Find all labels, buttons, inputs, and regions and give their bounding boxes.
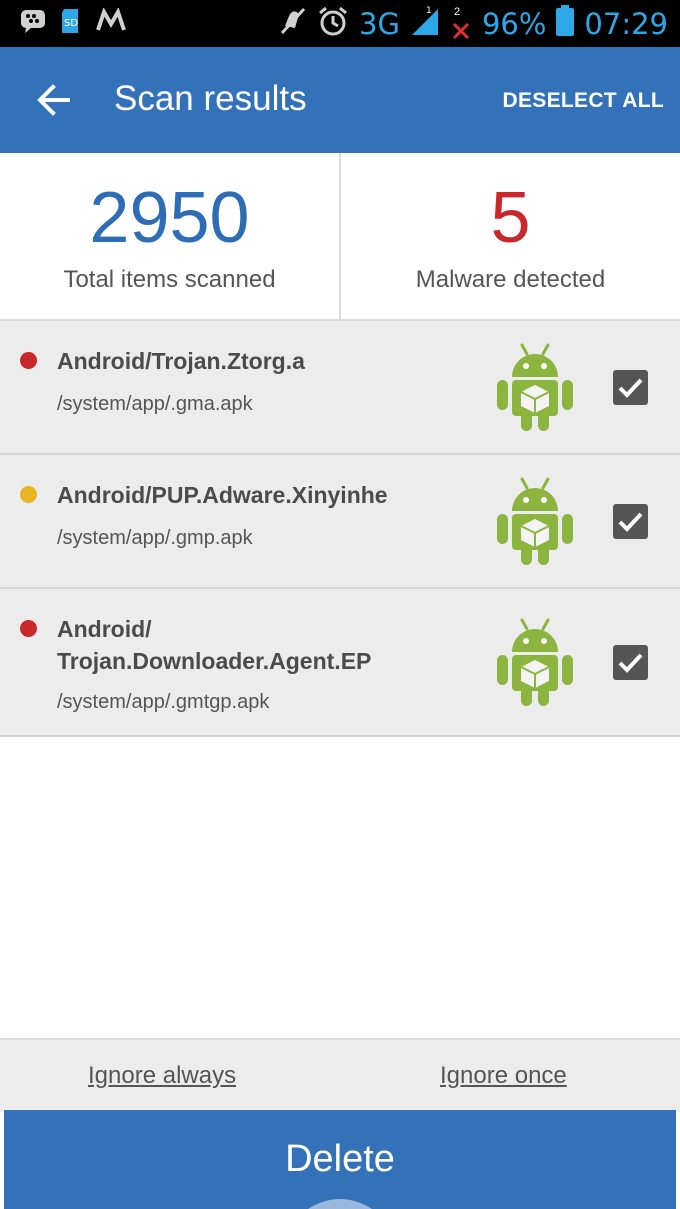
threat-name: Android/PUP.Adware.Xinyinhe <box>57 482 388 508</box>
malware-detected-label: Malware detected <box>415 266 606 293</box>
scan-stats: 2950 Total items scanned 5 Malware detec… <box>0 153 680 321</box>
threat-checkbox[interactable] <box>613 504 648 539</box>
arrow-back-icon <box>37 84 70 116</box>
threat-checkbox[interactable] <box>613 370 648 405</box>
threat-path: /system/app/.gmp.apk <box>57 527 253 549</box>
severity-dot <box>20 620 37 637</box>
checkmark-icon <box>618 512 643 532</box>
page-title: Scan results <box>114 79 307 118</box>
checkmark-icon <box>618 378 643 398</box>
status-bar: SD 3G 1 2 96% 07:29 <box>0 0 680 47</box>
checkmark-icon <box>618 653 643 673</box>
ignore-options: Ignore always Ignore once <box>0 1038 680 1112</box>
android-app-icon <box>494 341 576 433</box>
ignore-once-link[interactable]: Ignore once <box>440 1062 567 1090</box>
clock: 07:29 <box>584 6 668 41</box>
app-bar: Scan results DESELECT ALL <box>0 47 680 153</box>
android-app-icon <box>494 475 576 567</box>
threat-path: /system/app/.gma.apk <box>57 393 253 415</box>
total-scanned-value: 2950 <box>89 178 250 258</box>
svg-text:SD: SD <box>64 18 78 29</box>
total-scanned-label: Total items scanned <box>63 266 276 293</box>
chevron-up-icon <box>308 1199 372 1209</box>
battery-level: 96% <box>481 6 547 41</box>
malware-detected-value: 5 <box>490 178 531 258</box>
results-list: Android/Trojan.Ztorg.a /system/app/.gma.… <box>0 321 680 737</box>
result-row[interactable]: Android/Trojan.Ztorg.a /system/app/.gma.… <box>0 321 680 455</box>
result-row[interactable]: Android/ Trojan.Downloader.Agent.EP /sys… <box>0 589 680 737</box>
deselect-all-button[interactable]: DESELECT ALL <box>503 89 665 113</box>
mute-icon <box>279 6 307 41</box>
signal-strength-icon: 1 <box>410 5 440 42</box>
bbm-icon <box>20 8 46 39</box>
result-row[interactable]: Android/PUP.Adware.Xinyinhe /system/app/… <box>0 455 680 589</box>
signal-app-icon <box>96 7 126 39</box>
alarm-icon <box>317 5 349 42</box>
android-app-icon <box>494 616 576 708</box>
no-signal-icon: 2 <box>450 6 472 40</box>
svg-text:1: 1 <box>426 6 432 16</box>
ignore-always-link[interactable]: Ignore always <box>88 1062 236 1090</box>
severity-dot <box>20 486 37 503</box>
threat-name: Android/ Trojan.Downloader.Agent.EP <box>57 616 372 674</box>
malware-detected-stat: 5 Malware detected <box>339 153 680 319</box>
threat-path: /system/app/.gmtgp.apk <box>57 691 270 713</box>
threat-checkbox[interactable] <box>613 645 648 680</box>
severity-dot <box>20 352 37 369</box>
threat-name: Android/Trojan.Ztorg.a <box>57 348 305 374</box>
sd-card-icon: SD <box>60 8 82 39</box>
back-button[interactable] <box>32 78 76 122</box>
total-scanned-stat: 2950 Total items scanned <box>0 153 339 319</box>
network-type: 3G <box>359 6 400 41</box>
battery-icon <box>556 5 575 42</box>
